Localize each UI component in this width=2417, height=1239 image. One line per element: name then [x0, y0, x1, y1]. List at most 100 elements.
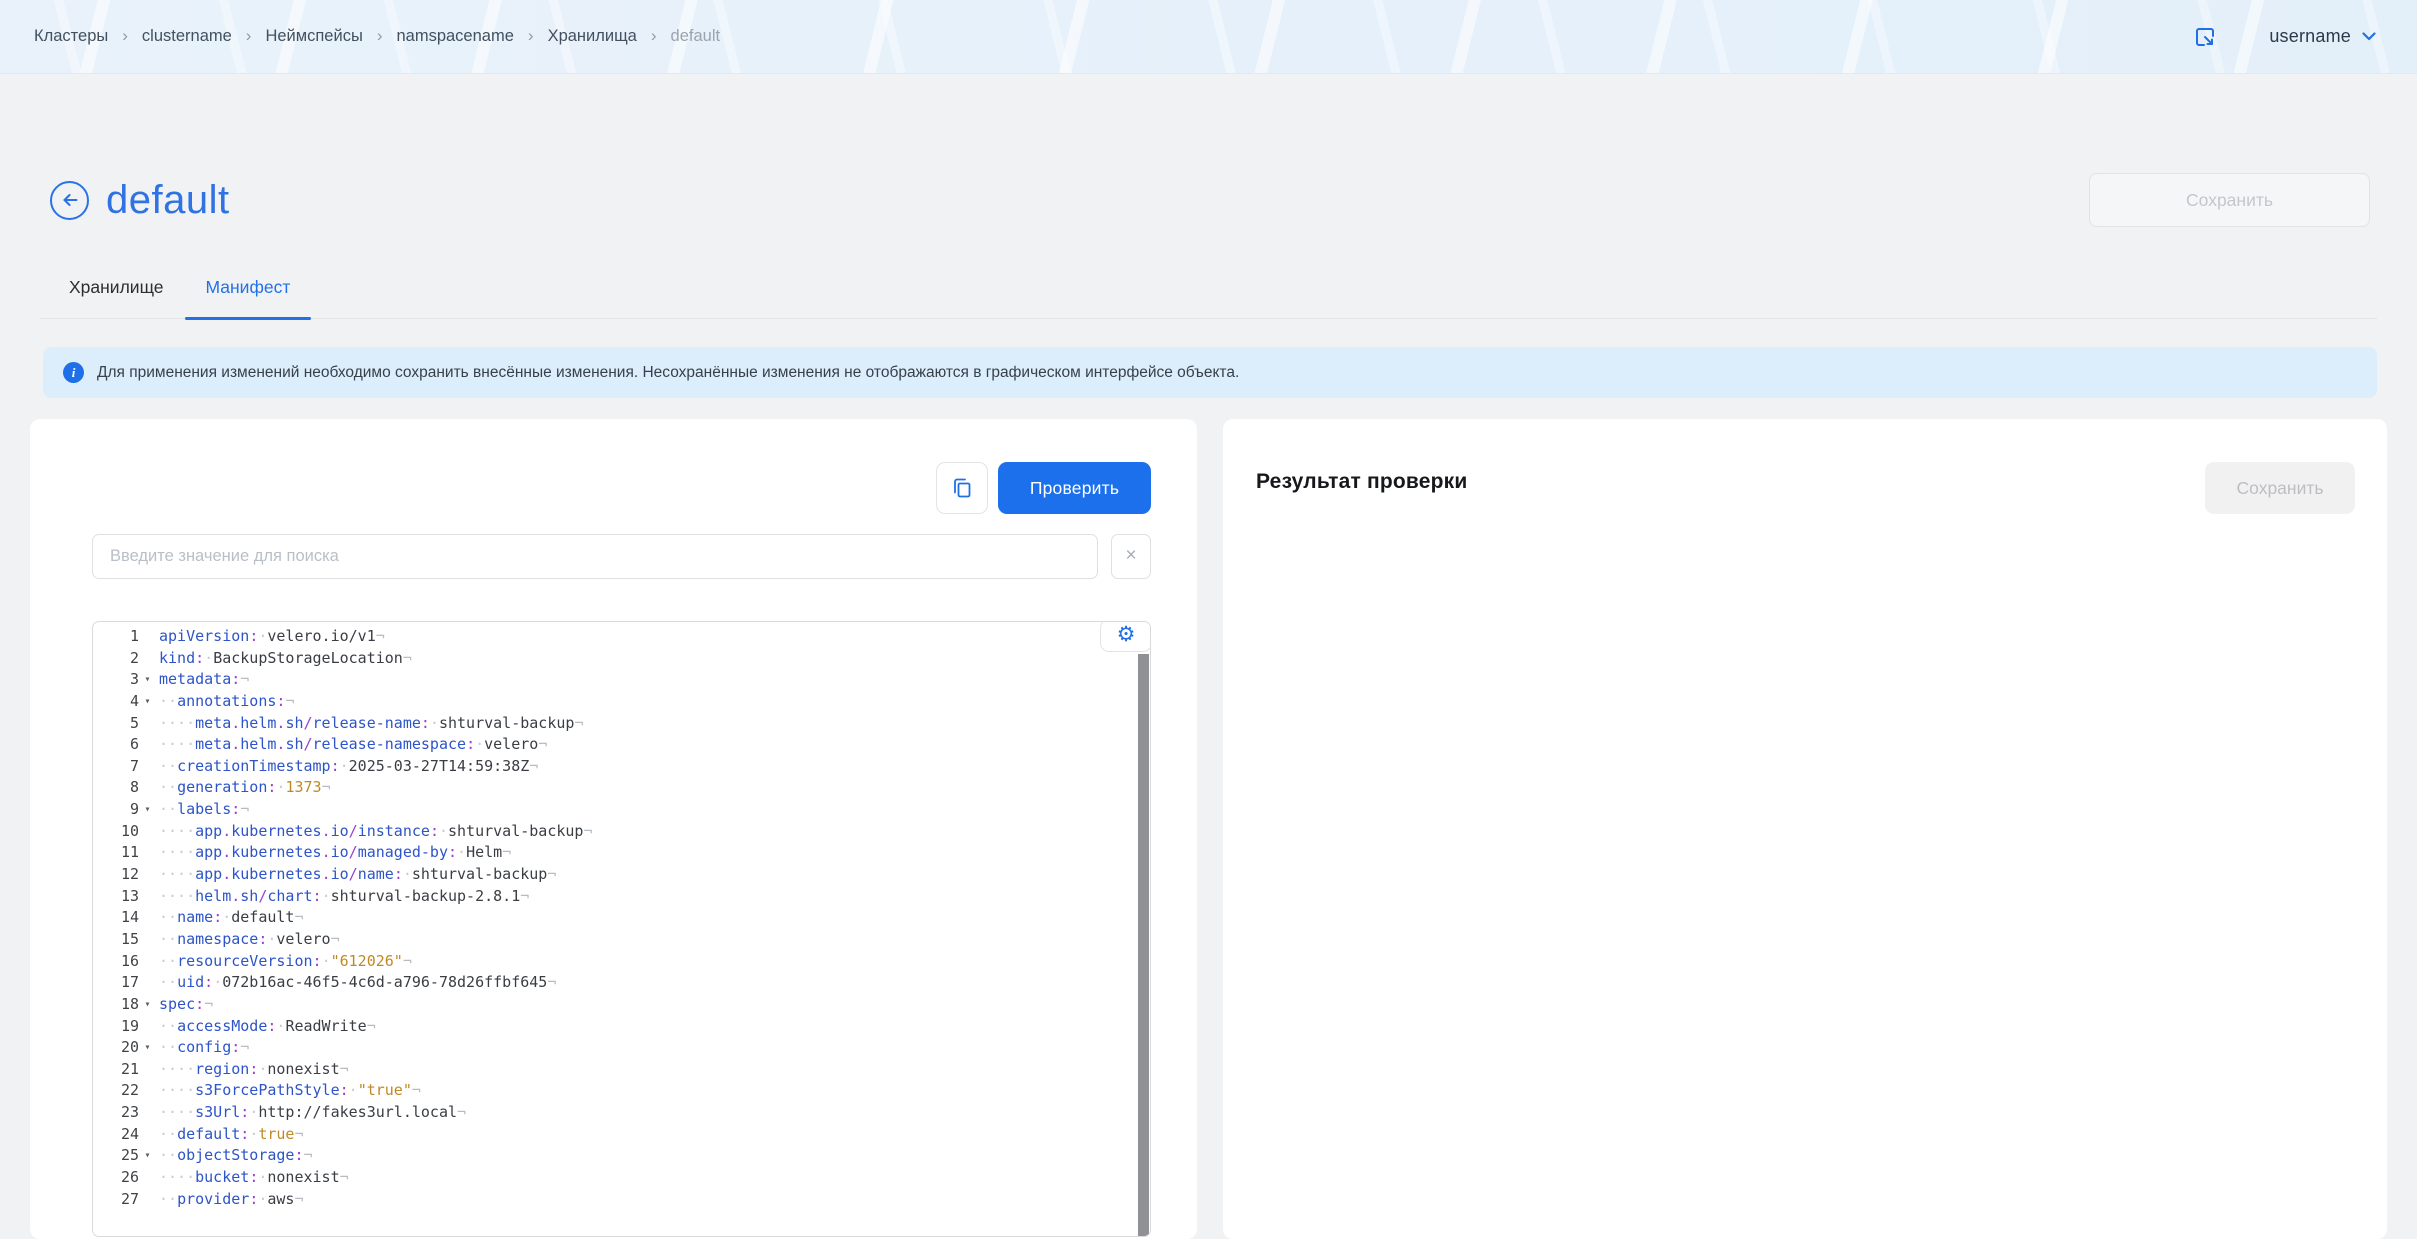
token-ws: · — [430, 714, 439, 732]
token-key: config — [177, 1038, 231, 1056]
token-punc: / — [349, 843, 358, 861]
token-ws: ···· — [159, 714, 195, 732]
tab-manifest[interactable]: Манифест — [185, 263, 312, 318]
token-val: BackupStorageLocation — [213, 649, 403, 667]
user-menu[interactable]: username — [2263, 25, 2382, 48]
token-val: 072b16ac-46f5-4c6d-a796-78d26ffbf645 — [222, 973, 547, 991]
copy-button[interactable] — [936, 462, 988, 514]
token-key: kubernetes — [231, 843, 321, 861]
token-eol: ¬ — [547, 973, 556, 991]
clear-search-button[interactable]: × — [1111, 534, 1151, 579]
tab-storage[interactable]: Хранилище — [48, 263, 185, 318]
gear-icon: ⚙ — [1117, 624, 1136, 645]
token-key: managed-by — [358, 843, 448, 861]
check-button[interactable]: Проверить — [998, 462, 1151, 514]
save-button-result[interactable]: Сохранить — [2205, 462, 2355, 514]
code-line: 13····helm.sh/chart:·shturval-backup-2.8… — [93, 886, 1150, 908]
code-line: 22····s3ForcePathStyle:·"true"¬ — [93, 1080, 1150, 1102]
token-key: objectStorage — [177, 1146, 294, 1164]
back-button[interactable] — [50, 181, 89, 220]
line-number: 18 — [93, 994, 139, 1016]
token-punc: . — [222, 865, 231, 883]
line-number: 23 — [93, 1102, 139, 1124]
code-line: 2 kind:·BackupStorageLocation¬ — [93, 648, 1150, 670]
token-ws: · — [322, 887, 331, 905]
breadcrumb-item-2[interactable]: Неймспейсы — [265, 27, 362, 46]
token-eol: ¬ — [240, 1038, 249, 1056]
token-key: meta — [195, 735, 231, 753]
code-text: ··labels:¬ — [156, 799, 249, 821]
token-ws: ·· — [159, 952, 177, 970]
token-lit: 1373 — [285, 778, 321, 796]
token-punc: : — [231, 800, 240, 818]
breadcrumb-separator-icon: › — [377, 27, 383, 46]
fold-arrow-icon[interactable]: ▾ — [139, 799, 156, 821]
token-val: 2025-03-27T14:59:38Z — [349, 757, 530, 775]
token-val: nonexist — [267, 1168, 339, 1186]
open-external-icon[interactable] — [2193, 25, 2217, 49]
token-ws: ···· — [159, 1081, 195, 1099]
token-punc: : — [249, 1060, 258, 1078]
fold-arrow-icon[interactable]: ▾ — [139, 1145, 156, 1167]
token-eol: ¬ — [403, 649, 412, 667]
page-title: default — [106, 178, 230, 223]
fold-spacer — [139, 1059, 156, 1081]
fold-spacer — [139, 972, 156, 994]
line-number: 12 — [93, 864, 139, 886]
fold-arrow-icon[interactable]: ▾ — [139, 994, 156, 1016]
token-val: default — [231, 908, 294, 926]
token-val: velero.io/v1 — [267, 627, 375, 645]
token-key: metadata — [159, 670, 231, 688]
code-text: ··resourceVersion:·"612026"¬ — [156, 951, 412, 973]
code-text: apiVersion:·velero.io/v1¬ — [156, 626, 385, 648]
token-punc: : — [313, 887, 322, 905]
token-key: spec — [159, 995, 195, 1013]
token-eol: ¬ — [304, 1146, 313, 1164]
fold-spacer — [139, 1080, 156, 1102]
token-punc: : — [249, 1190, 258, 1208]
line-number: 2 — [93, 648, 139, 670]
line-number: 7 — [93, 756, 139, 778]
code-line: 17··uid:·072b16ac-46f5-4c6d-a796-78d26ff… — [93, 972, 1150, 994]
breadcrumb-item-0[interactable]: Кластеры — [34, 27, 108, 46]
code-editor[interactable]: ⚙ 1apiVersion:·velero.io/v1¬2kind:·Backu… — [92, 621, 1151, 1237]
save-button-top[interactable]: Сохранить — [2089, 173, 2370, 227]
token-punc: . — [231, 735, 240, 753]
fold-arrow-icon[interactable]: ▾ — [139, 669, 156, 691]
code-text: ··provider:·aws¬ — [156, 1189, 304, 1211]
token-key: s3Url — [195, 1103, 240, 1121]
fold-arrow-icon[interactable]: ▾ — [139, 691, 156, 713]
token-eol: ¬ — [285, 692, 294, 710]
search-input[interactable] — [92, 534, 1098, 579]
token-punc: : — [331, 757, 340, 775]
line-number: 6 — [93, 734, 139, 756]
token-ws: ·· — [159, 1190, 177, 1208]
main-content: default Сохранить Хранилище Манифест i Д… — [0, 173, 2417, 1239]
line-number: 25 — [93, 1145, 139, 1167]
token-key: io — [331, 865, 349, 883]
token-key: default — [177, 1125, 240, 1143]
token-eol: ¬ — [412, 1081, 421, 1099]
settings-button[interactable]: ⚙ — [1100, 621, 1151, 652]
token-punc: : — [240, 1125, 249, 1143]
breadcrumb-item-4[interactable]: Хранилища — [548, 27, 637, 46]
token-key: sh — [285, 714, 303, 732]
token-punc: . — [222, 822, 231, 840]
fold-arrow-icon[interactable]: ▾ — [139, 1037, 156, 1059]
token-ws: ·· — [159, 1017, 177, 1035]
token-eol: ¬ — [322, 778, 331, 796]
token-punc: : — [249, 1168, 258, 1186]
token-key: bucket — [195, 1168, 249, 1186]
token-lit: true — [258, 1125, 294, 1143]
code-text: kind:·BackupStorageLocation¬ — [156, 648, 412, 670]
token-key: kind — [159, 649, 195, 667]
code-line: 25▾··objectStorage:¬ — [93, 1145, 1150, 1167]
token-ws: ·· — [159, 757, 177, 775]
token-punc: . — [322, 822, 331, 840]
line-number: 5 — [93, 713, 139, 735]
token-key: labels — [177, 800, 231, 818]
editor-scrollbar[interactable] — [1138, 654, 1149, 1237]
token-ws: ·· — [159, 692, 177, 710]
breadcrumb-item-1[interactable]: clustername — [142, 27, 232, 46]
breadcrumb-item-3[interactable]: namspacename — [396, 27, 513, 46]
